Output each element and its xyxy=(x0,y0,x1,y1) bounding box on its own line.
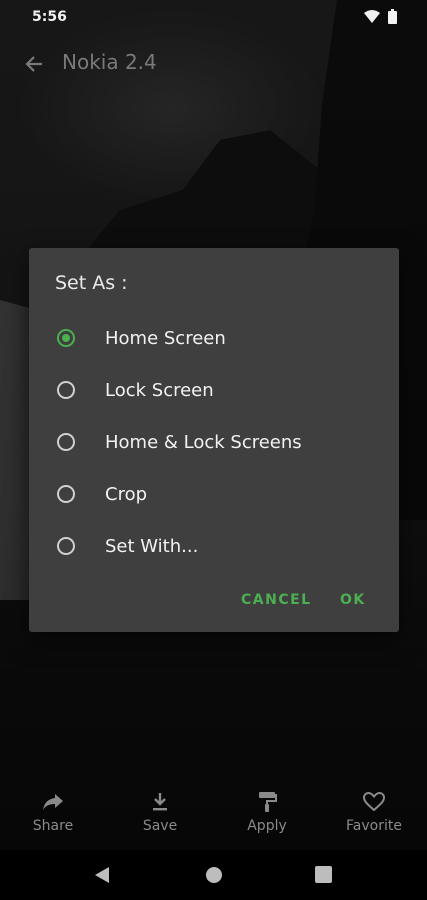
radio-unselected-icon[interactable] xyxy=(57,537,75,555)
option-home-screen[interactable]: Home Screen xyxy=(55,318,385,358)
option-lock-screen[interactable]: Lock Screen xyxy=(55,370,385,410)
save-button[interactable]: Save xyxy=(115,790,205,834)
status-time: 5:56 xyxy=(32,9,67,25)
option-set-with[interactable]: Set With... xyxy=(55,526,385,566)
favorite-label: Favorite xyxy=(346,818,402,834)
radio-unselected-icon[interactable] xyxy=(57,381,75,399)
share-label: Share xyxy=(32,818,74,834)
save-label: Save xyxy=(142,818,178,834)
paint-roller-icon xyxy=(259,792,277,812)
option-home-and-lock-screens[interactable]: Home & Lock Screens xyxy=(55,422,385,462)
option-label: Lock Screen xyxy=(105,379,214,401)
download-icon xyxy=(153,793,167,811)
dialog-title: Set As : xyxy=(55,272,128,294)
nav-back-icon[interactable] xyxy=(94,866,110,884)
option-label: Set With... xyxy=(105,535,199,557)
nav-recents-icon[interactable] xyxy=(315,866,332,883)
app-bar: Nokia 2.4 xyxy=(0,40,427,90)
share-button[interactable]: Share xyxy=(8,790,98,834)
heart-icon xyxy=(363,792,385,812)
wifi-icon xyxy=(364,10,380,23)
arrow-back-icon xyxy=(25,56,42,72)
share-icon xyxy=(43,794,63,810)
option-label: Home Screen xyxy=(105,327,226,349)
status-bar: 5:56 xyxy=(0,0,427,34)
set-as-dialog: Set As : Home Screen Lock Screen Home & … xyxy=(29,248,399,632)
back-button[interactable] xyxy=(20,50,48,78)
option-label: Crop xyxy=(105,483,148,505)
nav-home-icon[interactable] xyxy=(205,866,223,884)
option-label: Home & Lock Screens xyxy=(105,431,302,453)
apply-button[interactable]: Apply xyxy=(222,790,312,834)
radio-unselected-icon[interactable] xyxy=(57,433,75,451)
radio-selected-icon[interactable] xyxy=(57,329,75,347)
battery-icon xyxy=(388,9,397,24)
page-title: Nokia 2.4 xyxy=(62,50,157,74)
cancel-button[interactable]: CANCEL xyxy=(241,592,312,608)
bottom-action-bar: Share Save Apply Favorite xyxy=(0,790,427,846)
system-nav-bar xyxy=(0,850,427,900)
radio-unselected-icon[interactable] xyxy=(57,485,75,503)
status-icons xyxy=(364,9,397,24)
option-crop[interactable]: Crop xyxy=(55,474,385,514)
ok-button[interactable]: OK xyxy=(340,592,366,608)
apply-label: Apply xyxy=(247,818,287,834)
favorite-button[interactable]: Favorite xyxy=(329,790,419,834)
